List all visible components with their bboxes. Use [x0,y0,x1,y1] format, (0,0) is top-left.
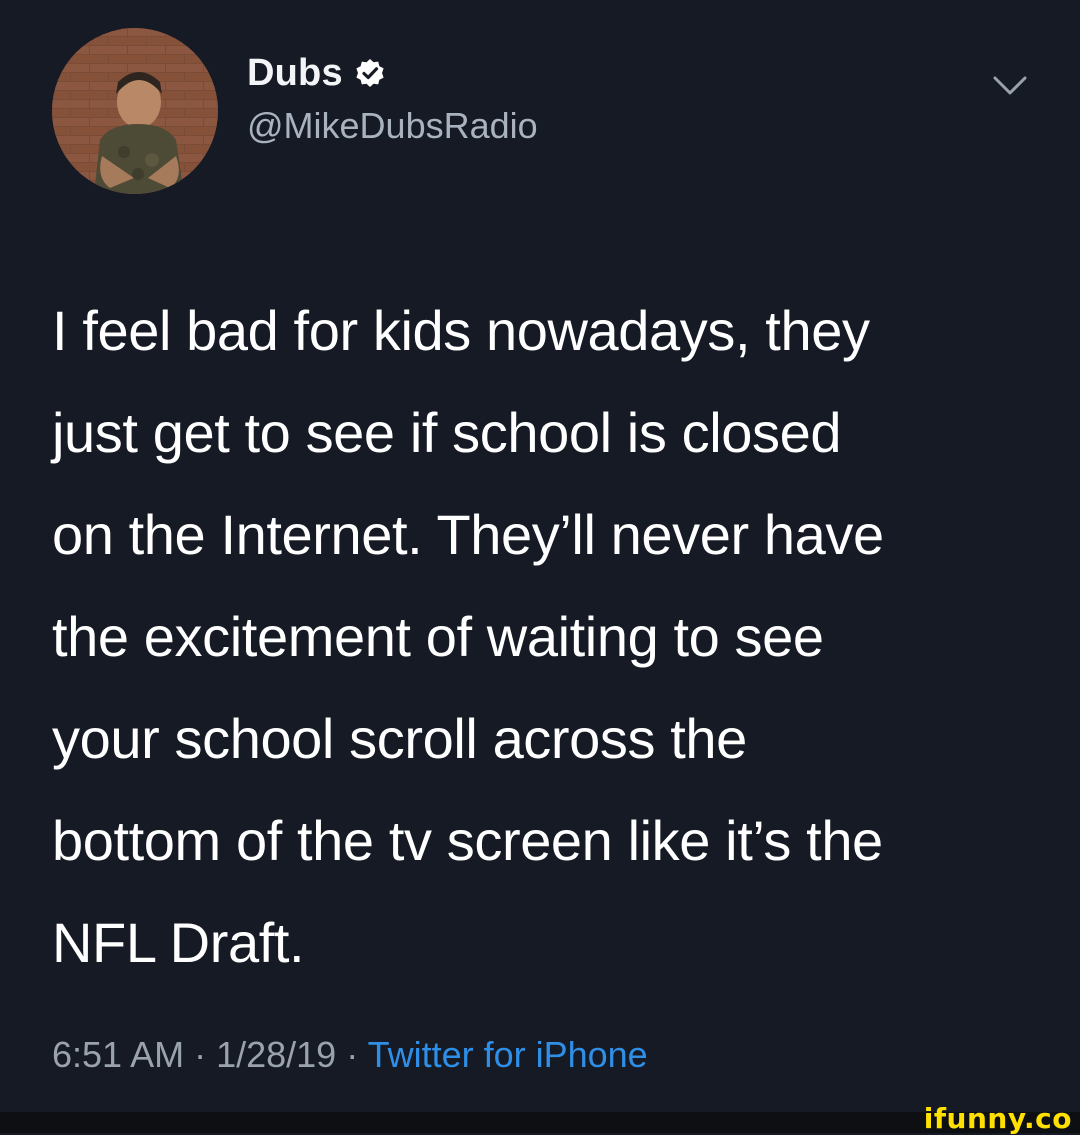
tweet-text: I feel bad for kids nowadays, they just … [52,280,1037,994]
author-name[interactable]: Dubs [247,54,343,92]
tweet-text-line: NFL Draft. [52,911,305,974]
verified-badge-icon [355,58,385,88]
tweet-header: Dubs @MikeDubsRadio [247,48,897,144]
meta-separator: · [184,1034,217,1075]
tweet-card: Dubs @MikeDubsRadio I feel bad for kids … [0,0,1080,1112]
tweet-text-line: your school scroll across the [52,707,747,770]
author-row: Dubs [247,48,897,98]
tweet-text-line: bottom of the tv screen like it’s the [52,809,883,872]
tweet-source-link[interactable]: Twitter for iPhone [368,1034,648,1075]
author-handle[interactable]: @MikeDubsRadio [247,108,897,144]
tweet-text-line: on the Internet. They’ll never have [52,503,884,566]
avatar-image [52,28,218,194]
tweet-date[interactable]: 1/28/19 [216,1034,336,1075]
tweet-text-line: the excitement of waiting to see [52,605,824,668]
tweet-text-line: just get to see if school is closed [52,401,842,464]
footer-bar [0,1112,1080,1133]
avatar[interactable] [52,28,218,194]
chevron-down-icon[interactable] [987,71,1033,101]
ifunny-watermark: ifunny.co [923,1102,1072,1135]
meta-separator: · [336,1034,368,1075]
tweet-meta: 6:51 AM · 1/28/19 · Twitter for iPhone [52,1037,648,1073]
tweet-time[interactable]: 6:51 AM [52,1034,184,1075]
tweet-text-line: I feel bad for kids nowadays, they [52,299,870,362]
